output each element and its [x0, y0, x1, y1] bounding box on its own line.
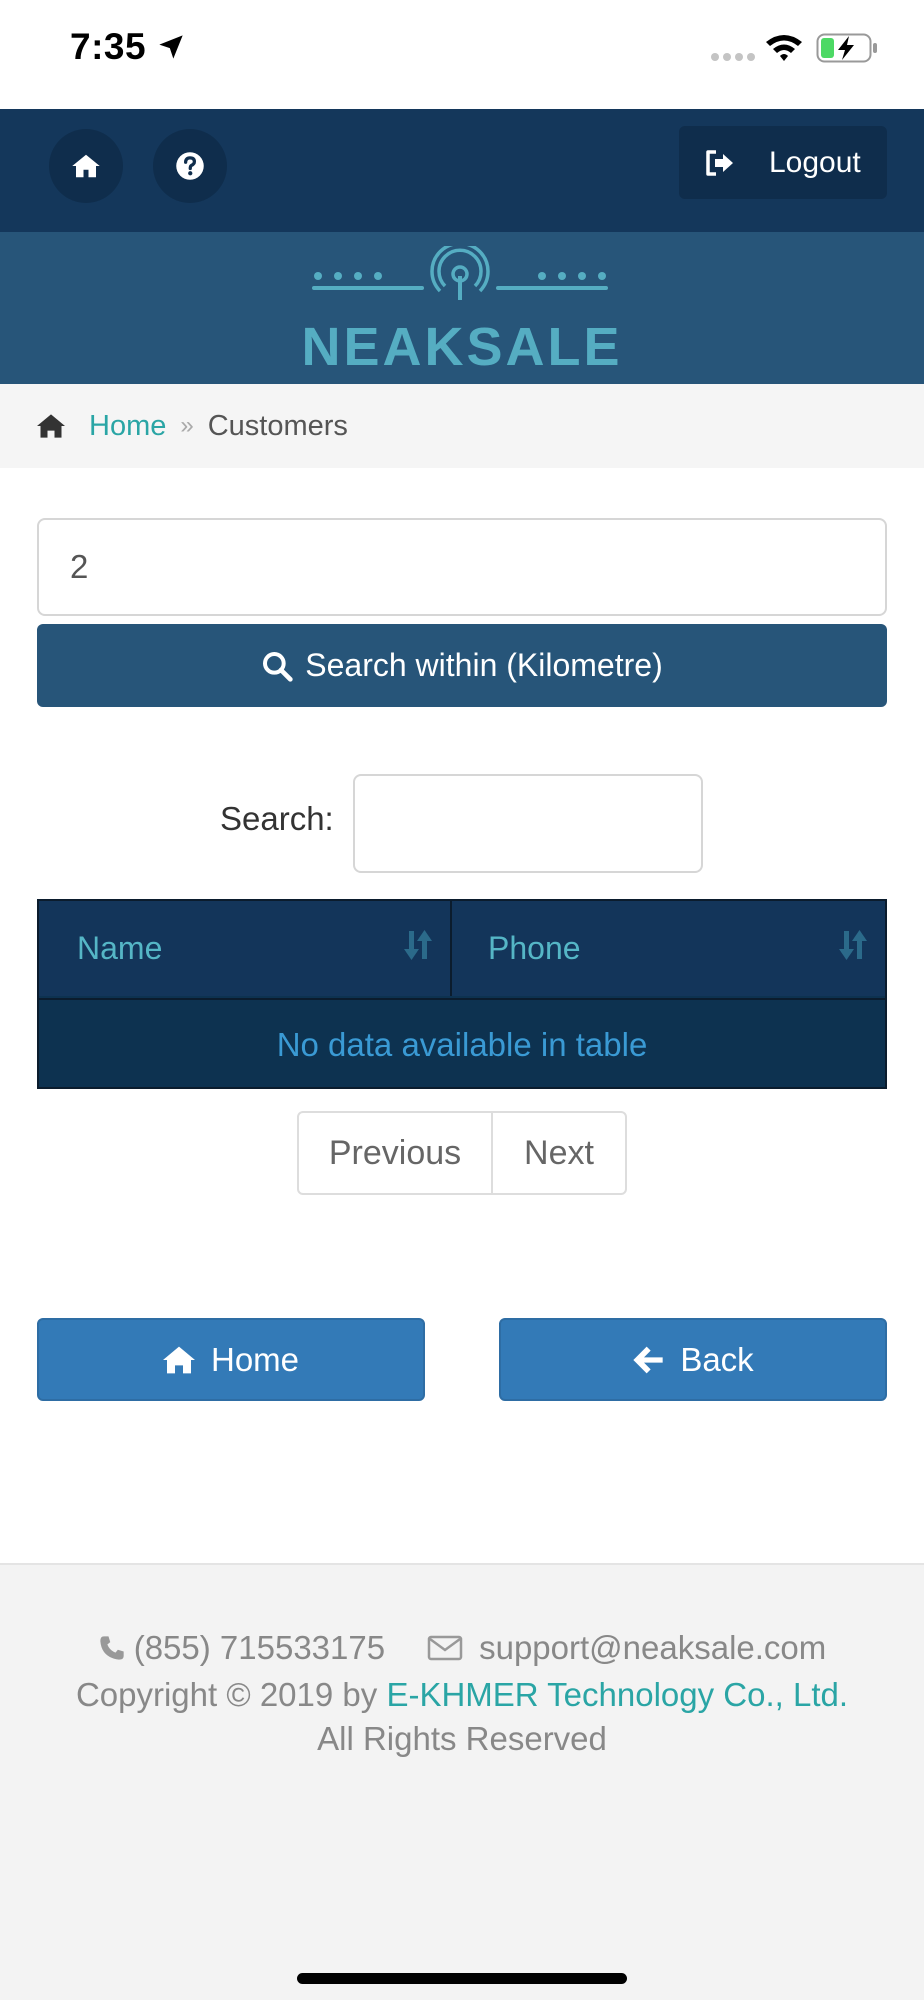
sort-icon — [839, 930, 867, 960]
empty-table-row: No data available in table — [39, 998, 885, 1089]
wifi-icon — [766, 35, 802, 61]
footer-phone: (855) 715533175 — [133, 1629, 386, 1666]
back-button-label: Back — [680, 1340, 754, 1378]
search-within-label: Search within (Kilometre) — [305, 647, 663, 683]
distance-input[interactable]: 2 — [37, 518, 887, 616]
status-bar: 7:35 — [0, 0, 924, 109]
top-navbar: Logout — [0, 109, 924, 232]
home-button[interactable]: Home — [37, 1318, 425, 1401]
brand-name: NEAKSALE — [301, 317, 623, 377]
arrow-left-icon — [633, 1346, 663, 1373]
home-nav-button[interactable] — [49, 129, 123, 203]
phone-icon — [100, 1636, 124, 1660]
battery-charging-icon — [816, 33, 877, 63]
column-header-phone[interactable]: Phone — [452, 901, 885, 996]
sort-icon — [404, 930, 432, 960]
home-icon — [37, 414, 65, 438]
table-search-input[interactable] — [353, 774, 703, 873]
customers-table: Name Phone No data available in table — [37, 899, 887, 1089]
logout-button[interactable]: Logout — [679, 126, 887, 199]
footer-rights: All Rights Reserved — [317, 1720, 607, 1757]
sign-out-icon — [706, 149, 733, 176]
location-arrow-icon — [159, 35, 183, 59]
breadcrumb-home-link[interactable]: Home — [89, 410, 166, 443]
breadcrumb-current: Customers — [207, 409, 348, 442]
signal-tower-logo — [312, 246, 608, 300]
footer-company-link[interactable]: E-KHMER Technology Co., Ltd. — [386, 1676, 848, 1713]
cellular-dots-icon — [711, 53, 755, 61]
home-icon — [72, 154, 100, 178]
column-header-name[interactable]: Name — [39, 901, 452, 996]
footer-email[interactable]: support@neaksale.com — [479, 1629, 826, 1667]
table-header: Name Phone — [39, 901, 885, 996]
brand-header: NEAKSALE — [0, 232, 924, 384]
pagination: Previous Next — [297, 1111, 627, 1195]
table-search-label: Search: — [220, 800, 334, 837]
back-button[interactable]: Back — [499, 1318, 887, 1401]
previous-page-button[interactable]: Previous — [299, 1113, 493, 1193]
footer: (855) 715533175 support@neaksale.com Cop… — [0, 1563, 924, 2000]
footer-copyright: Copyright © 2019 by E-KHMER Technology C… — [0, 1676, 924, 1714]
search-within-button[interactable]: Search within (Kilometre) — [37, 624, 887, 707]
column-header-name-label: Name — [77, 930, 163, 966]
footer-copyright-text: Copyright © 2019 by — [75, 1676, 387, 1713]
help-nav-button[interactable] — [153, 129, 227, 203]
home-icon — [162, 1346, 195, 1373]
empty-table-message: No data available in table — [276, 1025, 648, 1063]
next-page-button[interactable]: Next — [493, 1113, 625, 1193]
status-time: 7:35 — [70, 26, 147, 67]
distance-input-value: 2 — [70, 548, 89, 585]
footer-contact: (855) 715533175 support@neaksale.com — [0, 1629, 924, 1667]
search-icon — [263, 651, 293, 682]
home-button-label: Home — [210, 1340, 300, 1378]
breadcrumb: Home » Customers — [0, 384, 924, 468]
logout-label: Logout — [769, 145, 861, 179]
home-indicator — [297, 1973, 627, 1984]
envelope-icon — [427, 1635, 463, 1661]
column-header-phone-label: Phone — [488, 930, 581, 966]
breadcrumb-separator: » — [180, 412, 194, 439]
question-circle-icon — [176, 152, 204, 180]
